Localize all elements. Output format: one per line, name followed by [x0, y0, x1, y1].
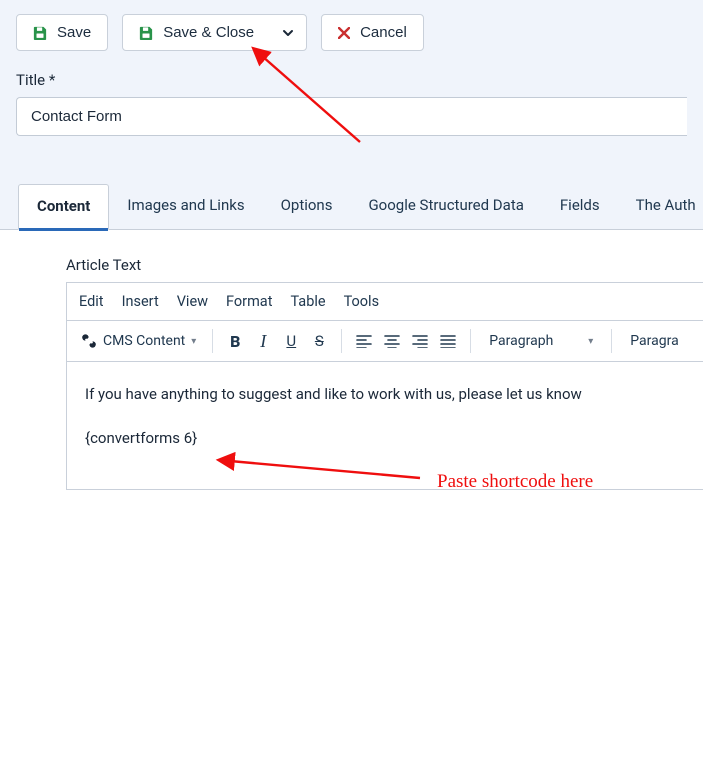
close-icon	[338, 27, 350, 39]
chevron-down-icon: ▾	[191, 336, 196, 347]
save-close-dropdown-toggle[interactable]	[270, 15, 306, 50]
bold-button[interactable]: B	[221, 327, 249, 355]
save-close-split-button: Save & Close	[122, 14, 307, 51]
cancel-button[interactable]: Cancel	[321, 14, 424, 51]
strikethrough-button[interactable]: S	[305, 327, 333, 355]
tab-bar: Content Images and Links Options Google …	[0, 184, 703, 230]
block-format-dropdown[interactable]: Paragraph ▾	[479, 327, 603, 355]
editor-menubar: Edit Insert View Format Table Tools	[67, 283, 703, 321]
tab-fields[interactable]: Fields	[542, 184, 618, 229]
rich-text-editor: Edit Insert View Format Table Tools CMS …	[66, 282, 703, 490]
block-format-label: Paragraph	[489, 333, 553, 349]
save-icon	[33, 26, 47, 40]
save-button-label: Save	[57, 24, 91, 41]
chevron-down-icon	[282, 27, 294, 39]
tab-images-links[interactable]: Images and Links	[109, 184, 262, 229]
cms-content-label: CMS Content	[103, 333, 185, 349]
italic-button[interactable]: I	[249, 327, 277, 355]
editor-menu-insert[interactable]: Insert	[122, 293, 159, 310]
align-right-button[interactable]	[406, 327, 434, 355]
title-label: Title *	[16, 71, 687, 89]
editor-text-line: If you have anything to suggest and like…	[85, 382, 685, 408]
editor-menu-view[interactable]: View	[177, 293, 208, 310]
editor-content-area[interactable]: If you have anything to suggest and like…	[67, 362, 703, 489]
tab-content[interactable]: Content	[18, 184, 109, 230]
editor-menu-table[interactable]: Table	[290, 293, 325, 310]
align-left-button[interactable]	[350, 327, 378, 355]
title-input[interactable]	[16, 97, 687, 136]
editor-menu-tools[interactable]: Tools	[344, 293, 380, 310]
tab-structured-data[interactable]: Google Structured Data	[350, 184, 541, 229]
align-justify-button[interactable]	[434, 327, 462, 355]
chevron-down-icon: ▾	[588, 336, 593, 347]
editor-menu-edit[interactable]: Edit	[79, 293, 104, 310]
underline-button[interactable]: U	[277, 327, 305, 355]
save-button[interactable]: Save	[16, 14, 108, 51]
editor-toolbar: CMS Content ▾ B I U S	[67, 321, 703, 362]
save-close-button[interactable]: Save & Close	[123, 15, 270, 50]
align-center-button[interactable]	[378, 327, 406, 355]
block-format-dropdown-2[interactable]: Paragra	[620, 327, 688, 355]
save-close-button-label: Save & Close	[163, 24, 254, 41]
editor-text-line: {convertforms 6}	[85, 426, 685, 452]
editor-menu-format[interactable]: Format	[226, 293, 272, 310]
joomla-icon	[81, 333, 97, 349]
tab-author[interactable]: The Auth	[618, 184, 703, 229]
cancel-button-label: Cancel	[360, 24, 407, 41]
save-icon	[139, 26, 153, 40]
cms-content-button[interactable]: CMS Content ▾	[73, 327, 204, 355]
article-text-label: Article Text	[66, 256, 703, 274]
tab-options[interactable]: Options	[263, 184, 351, 229]
block-format-label-2: Paragra	[630, 333, 678, 349]
